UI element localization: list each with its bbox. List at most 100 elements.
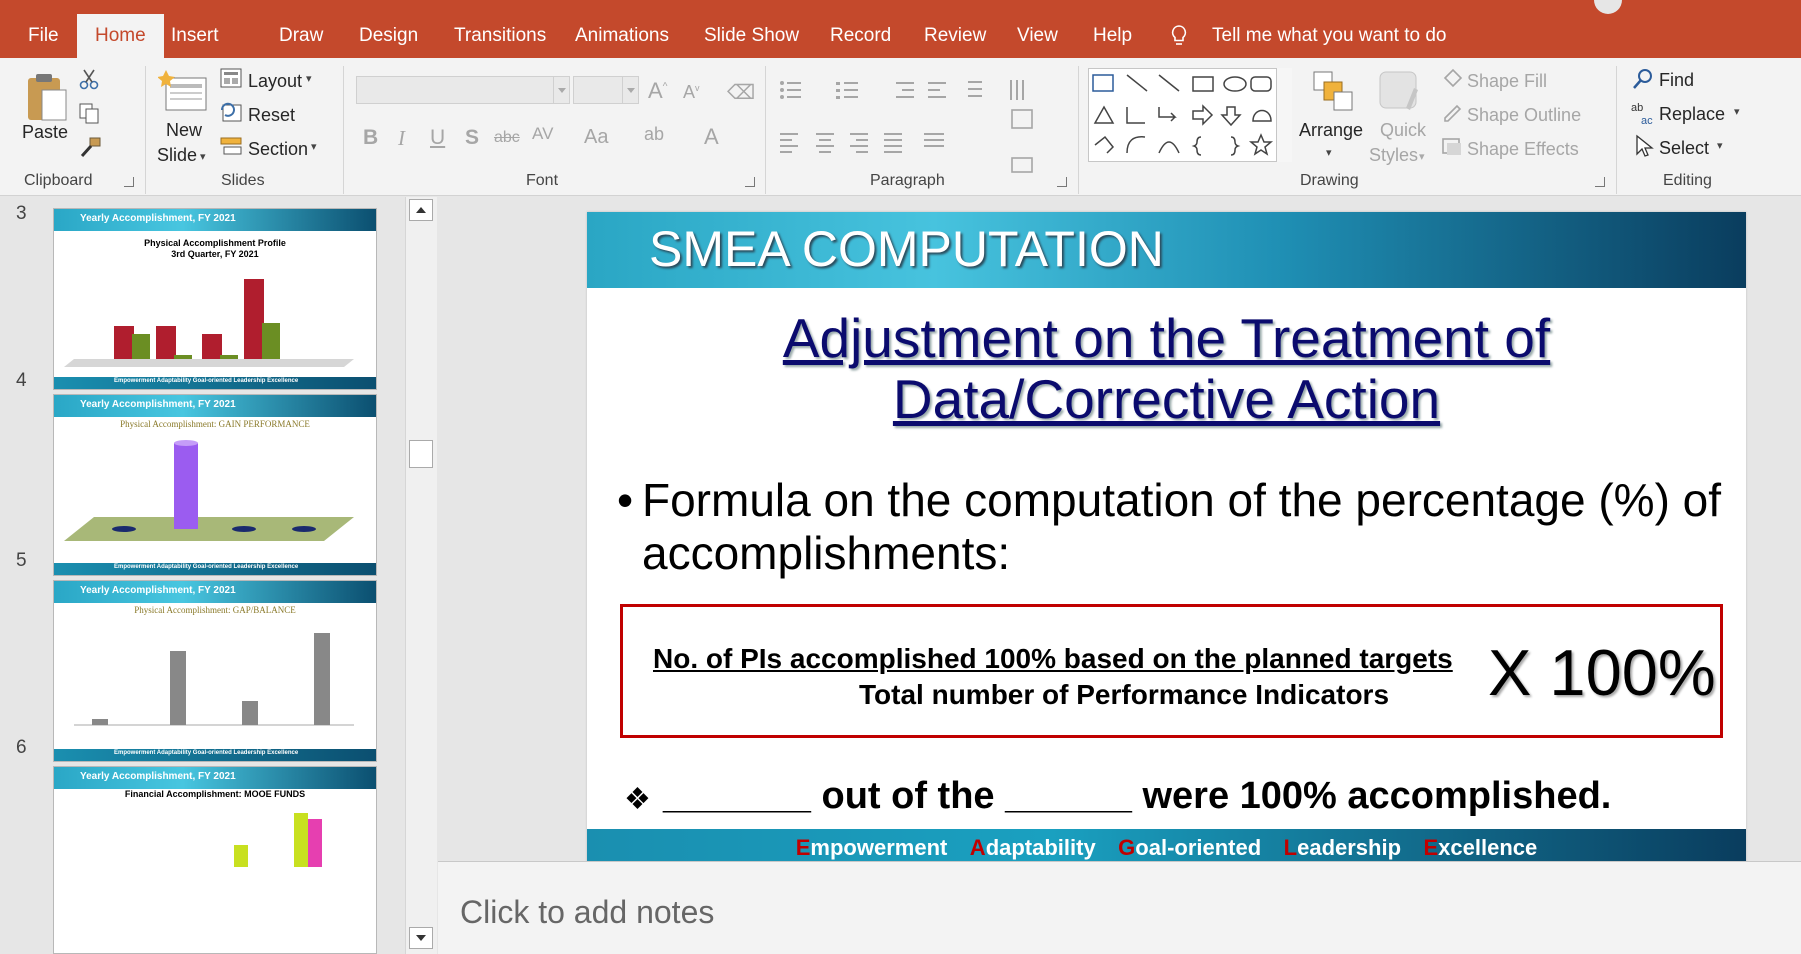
chevron-down-icon[interactable] <box>553 77 569 103</box>
chevron-down-icon[interactable]: ▾ <box>1419 150 1425 163</box>
tab-file[interactable]: File <box>18 0 69 58</box>
quick-styles-label-2[interactable]: Styles <box>1369 145 1418 166</box>
font-size-combo[interactable] <box>573 76 639 104</box>
select-button[interactable]: Select <box>1659 138 1709 159</box>
tab-view[interactable]: View <box>1007 0 1068 58</box>
copy-icon[interactable] <box>78 102 100 124</box>
character-spacing-icon[interactable]: AV <box>532 124 553 144</box>
font-launcher[interactable] <box>745 177 755 187</box>
editing-group-label: Editing <box>1663 172 1712 189</box>
shape-outline-button[interactable]: Shape Outline <box>1467 105 1581 126</box>
current-slide[interactable]: SMEA COMPUTATION Adjustment on the Treat… <box>587 212 1746 866</box>
select-cursor-icon[interactable] <box>1634 134 1654 158</box>
shape-fill-icon[interactable] <box>1441 68 1463 88</box>
replace-icon[interactable]: ab ac <box>1630 100 1656 126</box>
find-button[interactable]: Find <box>1659 70 1694 91</box>
notes-pane[interactable]: Click to add notes <box>438 861 1801 954</box>
tab-transitions[interactable]: Transitions <box>444 0 556 58</box>
paste-label[interactable]: Paste <box>22 122 68 143</box>
new-slide-icon[interactable] <box>158 68 210 116</box>
drawing-launcher[interactable] <box>1595 177 1605 187</box>
chevron-down-icon[interactable]: ▾ <box>1734 105 1740 118</box>
tab-design[interactable]: Design <box>349 0 428 58</box>
tab-draw[interactable]: Draw <box>269 0 333 58</box>
slide-thumbnail-3[interactable]: Yearly Accomplishment, FY 2021 Physical … <box>53 208 377 390</box>
footer-initial: A <box>969 835 986 860</box>
format-painter-icon[interactable] <box>78 136 102 158</box>
replace-button[interactable]: Replace <box>1659 104 1725 125</box>
shadow-icon[interactable]: S <box>465 126 479 150</box>
chevron-down-icon[interactable]: ▾ <box>311 140 317 153</box>
arrange-icon[interactable] <box>1310 68 1354 114</box>
cut-icon[interactable] <box>78 68 100 90</box>
slide-title[interactable]: Adjustment on the Treatment of Data/Corr… <box>587 308 1746 430</box>
strikethrough-icon[interactable]: abc <box>494 129 520 147</box>
svg-text:ab: ab <box>1631 102 1643 114</box>
diamond-bullet-icon: ❖ <box>624 783 651 816</box>
new-slide-label-2[interactable]: Slide <box>157 145 197 166</box>
accomplished-line[interactable]: _______ out of the ______ were 100% acco… <box>663 775 1611 818</box>
svg-text:ac: ac <box>1641 115 1653 126</box>
paragraph-launcher[interactable] <box>1057 177 1067 187</box>
chevron-down-icon[interactable]: ▾ <box>200 150 206 163</box>
slide-thumbnail-4[interactable]: Yearly Accomplishment, FY 2021 Physical … <box>53 394 377 576</box>
shape-effects-button[interactable]: Shape Effects <box>1467 139 1579 160</box>
section-icon[interactable] <box>220 136 242 156</box>
slide-header-title[interactable]: SMEA COMPUTATION <box>649 220 1164 278</box>
tab-slide-show[interactable]: Slide Show <box>694 0 809 58</box>
thumb-header-text: Yearly Accomplishment, FY 2021 <box>80 213 236 224</box>
chevron-down-icon[interactable] <box>622 77 638 103</box>
reset-button[interactable]: Reset <box>248 105 295 126</box>
chevron-down-icon[interactable]: ▾ <box>1717 139 1723 152</box>
shape-effects-icon[interactable] <box>1441 136 1463 156</box>
shapes-gallery[interactable] <box>1088 68 1292 162</box>
formula-box[interactable]: No. of PIs accomplished 100% based on th… <box>620 604 1723 738</box>
arrange-button[interactable]: Arrange <box>1299 120 1363 141</box>
shapes-gallery-scroll[interactable] <box>1276 68 1292 162</box>
underline-icon[interactable]: U <box>430 126 445 150</box>
thumb-header: Yearly Accomplishment, FY 2021 <box>54 209 376 231</box>
clear-format-icon[interactable]: ⌫ <box>727 80 755 105</box>
tab-help[interactable]: Help <box>1083 0 1142 58</box>
layout-button[interactable]: Layout <box>248 71 302 92</box>
tab-record[interactable]: Record <box>820 0 901 58</box>
chevron-down-icon[interactable]: ▾ <box>306 72 312 85</box>
tell-me-search[interactable]: Tell me what you want to do <box>1212 0 1446 58</box>
quick-styles-icon[interactable] <box>1378 68 1422 114</box>
clipboard-launcher[interactable] <box>124 177 134 187</box>
text-direction-icons <box>1011 109 1033 173</box>
bold-icon[interactable]: B <box>363 126 378 150</box>
change-case-icon[interactable]: Aa <box>584 126 608 149</box>
shape-fill-button[interactable]: Shape Fill <box>1467 71 1547 92</box>
section-button[interactable]: Section <box>248 139 308 160</box>
thumbnail-scrollbar[interactable] <box>405 197 437 954</box>
layout-icon[interactable] <box>220 68 242 88</box>
lightbulb-icon <box>1171 25 1187 45</box>
notes-placeholder[interactable]: Click to add notes <box>460 894 714 931</box>
slide-thumbnail-6[interactable]: Yearly Accomplishment, FY 2021 Financial… <box>53 766 377 954</box>
shrink-font-icon[interactable]: Av <box>683 82 700 103</box>
scroll-down-button[interactable] <box>409 927 433 949</box>
thumb-header-text: Yearly Accomplishment, FY 2021 <box>80 771 236 782</box>
font-color-icon[interactable]: A <box>704 124 719 150</box>
scroll-thumb[interactable] <box>409 440 433 468</box>
tab-animations[interactable]: Animations <box>565 0 679 58</box>
grow-font-icon[interactable]: A^ <box>648 78 667 104</box>
chevron-down-icon <box>416 935 426 941</box>
slide-thumbnail-5[interactable]: Yearly Accomplishment, FY 2021 Physical … <box>53 580 377 762</box>
font-name-combo[interactable] <box>356 76 570 104</box>
quick-styles-label-1[interactable]: Quick <box>1380 120 1426 141</box>
italic-icon[interactable]: I <box>398 126 405 151</box>
highlight-icon[interactable]: ab <box>644 124 664 145</box>
new-slide-label-1[interactable]: New <box>166 120 202 141</box>
tab-review[interactable]: Review <box>914 0 996 58</box>
chevron-down-icon[interactable]: ▾ <box>1326 146 1332 159</box>
account-avatar[interactable] <box>1594 0 1622 14</box>
paste-icon[interactable] <box>24 70 70 126</box>
shape-outline-icon[interactable] <box>1441 102 1463 122</box>
tab-home[interactable]: Home <box>77 14 164 58</box>
scroll-up-button[interactable] <box>409 199 433 221</box>
find-icon[interactable] <box>1632 68 1654 90</box>
tab-insert[interactable]: Insert <box>161 0 229 58</box>
reset-icon[interactable] <box>220 102 242 122</box>
